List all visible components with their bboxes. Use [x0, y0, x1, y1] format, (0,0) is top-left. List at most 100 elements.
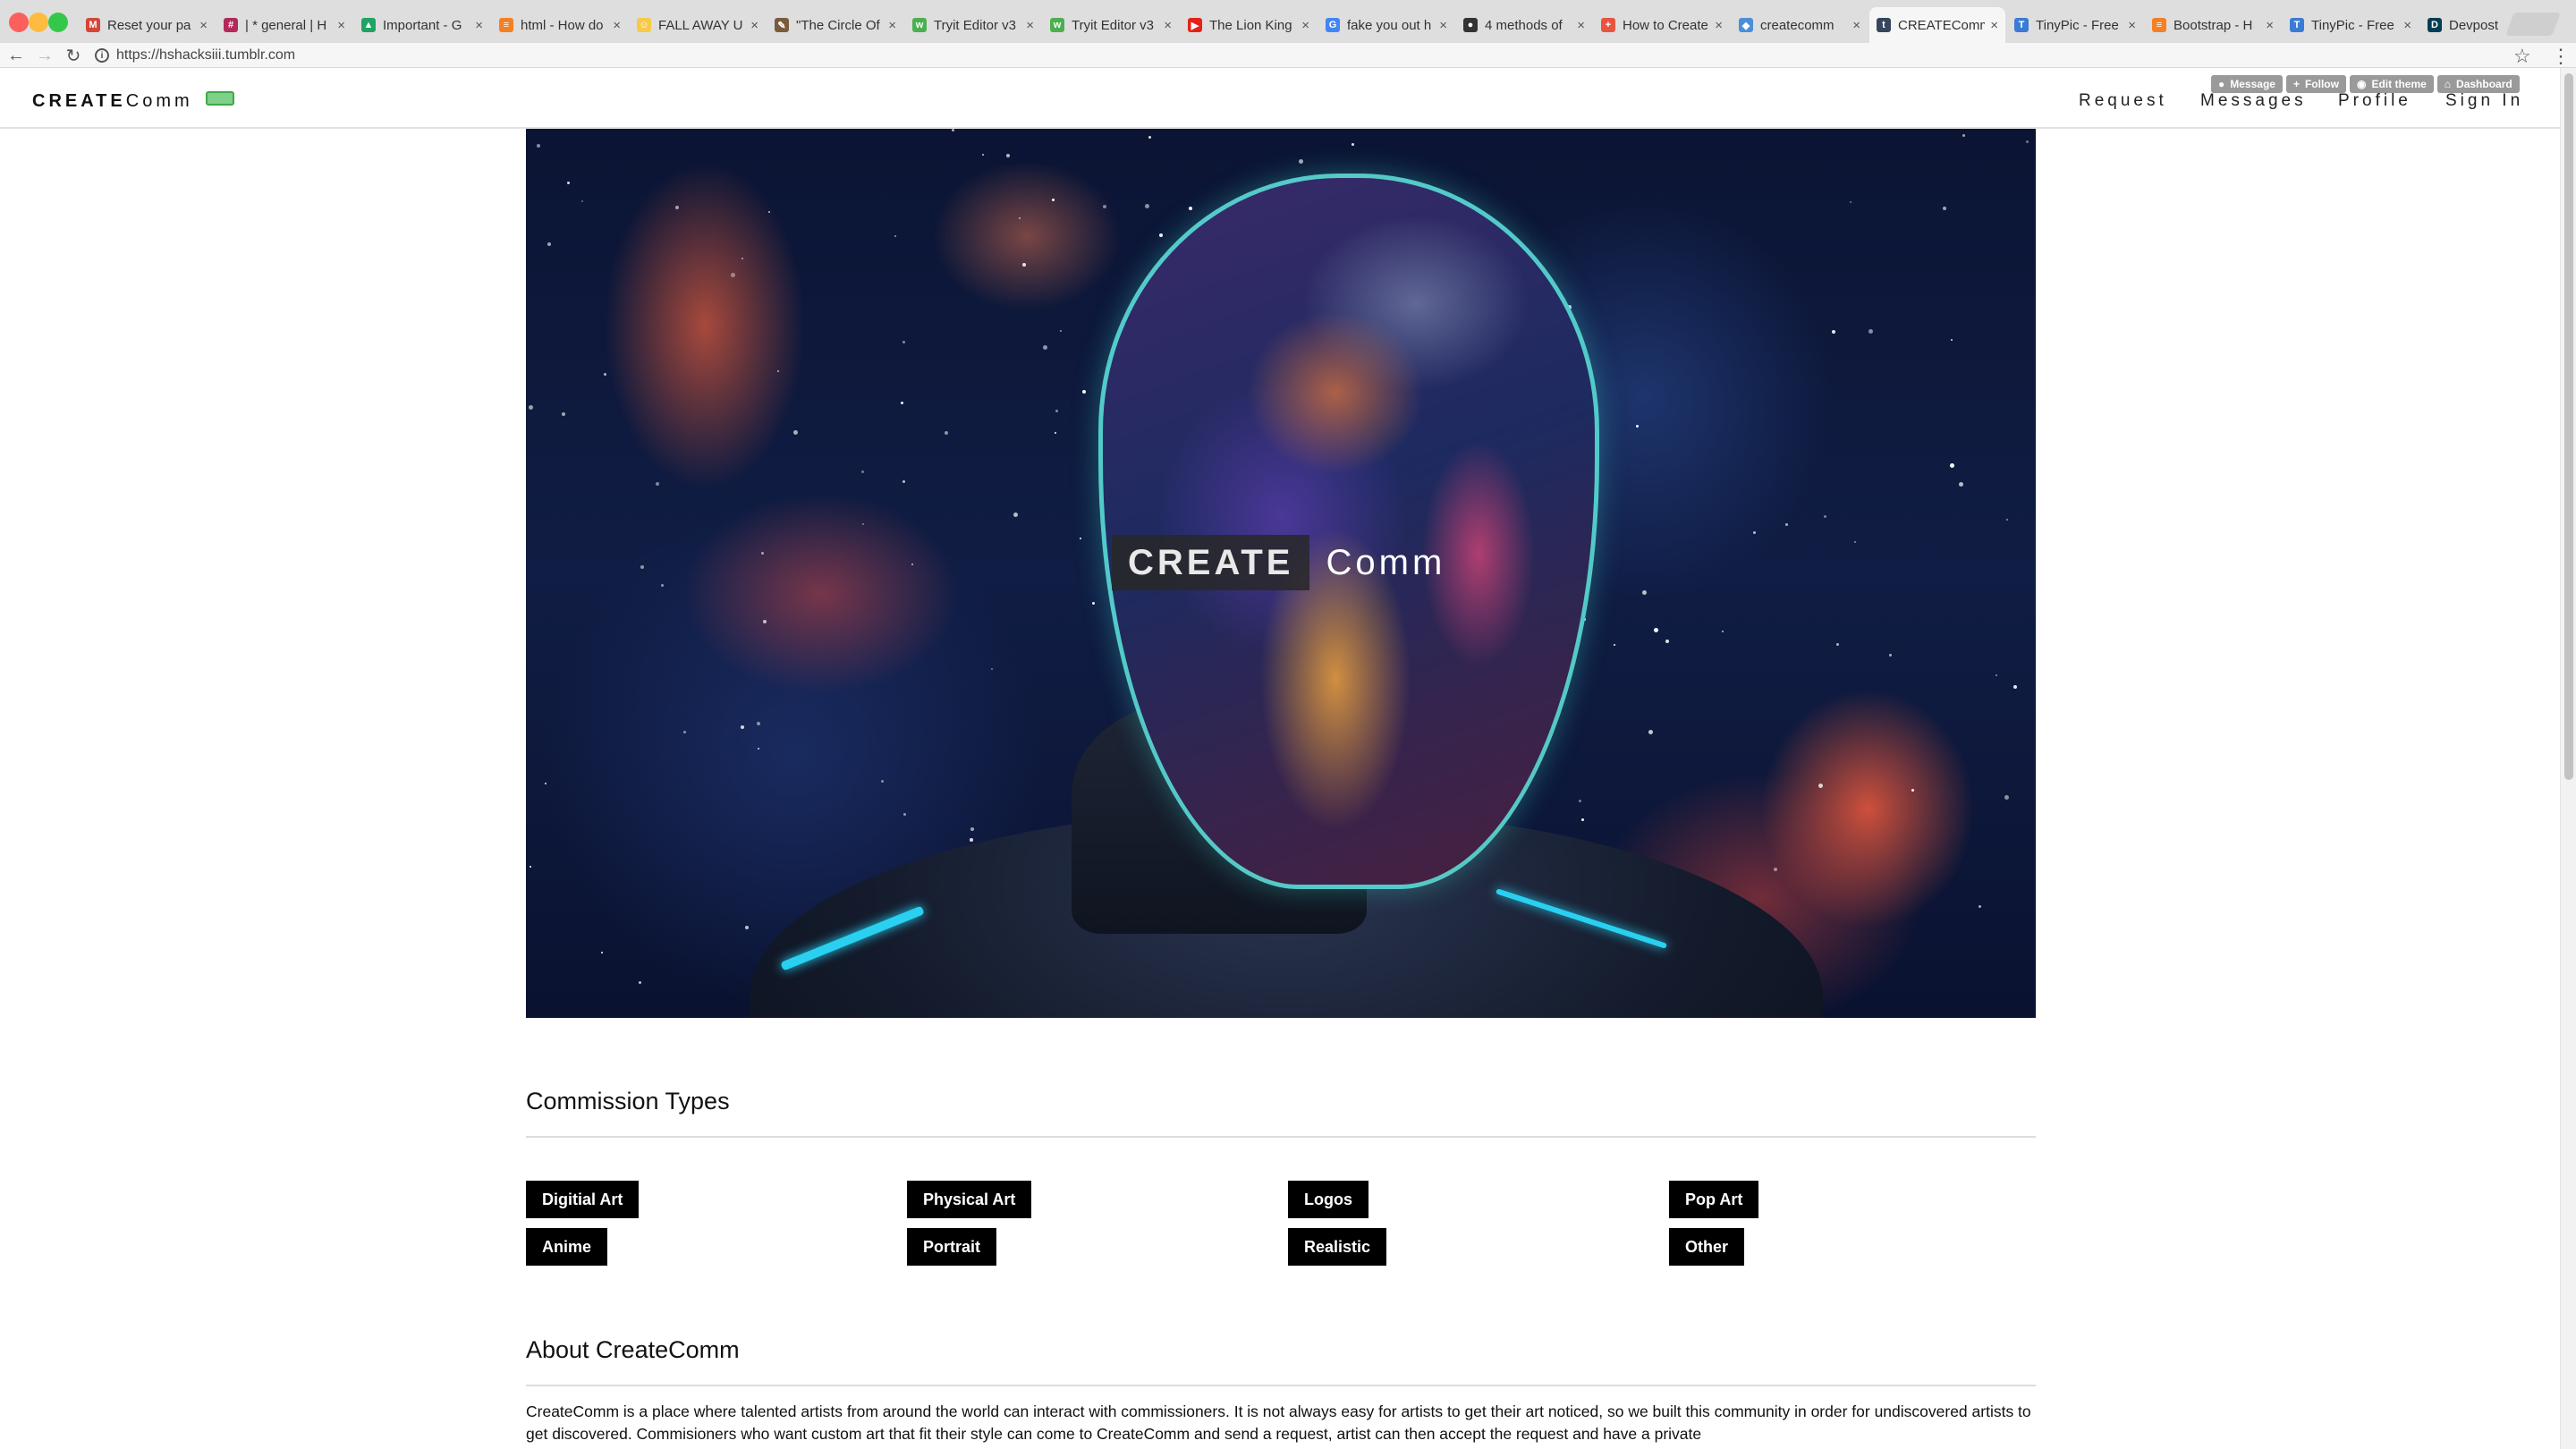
tab-close-icon[interactable]: × — [337, 18, 345, 33]
tag-other[interactable]: Other — [1669, 1228, 1745, 1266]
star-dot — [745, 926, 749, 929]
tab-close-icon[interactable]: × — [1990, 18, 1998, 33]
star-dot — [1785, 523, 1788, 526]
star-dot — [902, 480, 905, 483]
tab-close-icon[interactable]: × — [1715, 18, 1723, 33]
tab-close-icon[interactable]: × — [199, 18, 208, 33]
page-scrollbar[interactable] — [2560, 68, 2576, 1449]
reload-icon[interactable]: ↻ — [63, 43, 84, 68]
chat-bubble-icon: ● — [2218, 78, 2225, 90]
tab-title: The Lion King — [1209, 17, 1292, 33]
star-dot — [1951, 339, 1953, 341]
tag-pop-art[interactable]: Pop Art — [1669, 1181, 1759, 1218]
tag-physical-art[interactable]: Physical Art — [907, 1181, 1032, 1218]
star-dot — [1889, 654, 1892, 657]
tumblr-message-label: Message — [2230, 78, 2275, 90]
tab-close-icon[interactable]: × — [1439, 18, 1447, 33]
star-dot — [545, 783, 547, 784]
browser-tab[interactable]: T TinyPic - Free × — [2283, 7, 2419, 43]
tag-logos[interactable]: Logos — [1288, 1181, 1368, 1218]
star-dot — [1648, 730, 1653, 734]
back-arrow-icon[interactable]: ← — [5, 43, 27, 68]
tab-title: Important - G — [383, 17, 462, 33]
browser-tab[interactable]: ☺ FALL AWAY U × — [630, 7, 766, 43]
browser-tab[interactable]: # | * general | H × — [216, 7, 352, 43]
tag-anime[interactable]: Anime — [526, 1228, 608, 1266]
scrollbar-thumb[interactable] — [2564, 73, 2573, 780]
tab-close-icon[interactable]: × — [1577, 18, 1585, 33]
browser-tab[interactable]: T TinyPic - Free × — [2007, 7, 2143, 43]
commission-types-heading: Commission Types — [526, 1088, 730, 1114]
star-dot — [1943, 207, 1946, 210]
browser-tab[interactable]: ▶ The Lion King × — [1181, 7, 1317, 43]
minimize-window-button[interactable] — [29, 13, 48, 32]
tab-favicon-icon: w — [912, 18, 927, 32]
tab-title: | * general | H — [245, 17, 327, 33]
tab-close-icon[interactable]: × — [750, 18, 758, 33]
nav-messages-link[interactable]: Messages — [2200, 91, 2307, 111]
browser-tab[interactable]: ◆ createcomm × — [1732, 7, 1868, 43]
address-bar-url[interactable]: https://hshacksiii.tumblr.com — [116, 47, 295, 64]
tab-close-icon[interactable]: × — [1301, 18, 1309, 33]
tag-realistic[interactable]: Realistic — [1288, 1228, 1387, 1266]
tag-portrait[interactable]: Portrait — [907, 1228, 997, 1266]
browser-tab[interactable]: ● 4 methods of × — [1456, 7, 1592, 43]
tab-title: Bootstrap - H — [2174, 17, 2253, 33]
star-dot — [1299, 159, 1303, 164]
browser-tab[interactable]: ▲ Important - G × — [354, 7, 490, 43]
forward-arrow-icon[interactable]: → — [34, 43, 55, 68]
star-dot — [1052, 199, 1055, 201]
tab-close-icon[interactable]: × — [2266, 18, 2274, 33]
tab-favicon-icon: ≡ — [2152, 18, 2166, 32]
tumblr-follow-button[interactable]: + Follow — [2285, 75, 2346, 93]
star-dot — [1145, 204, 1149, 208]
tab-title: fake you out h — [1347, 17, 1432, 33]
tab-close-icon[interactable]: × — [2128, 18, 2136, 33]
site-logo[interactable]: CREATEComm — [32, 91, 193, 112]
browser-tab[interactable]: M Reset your pa × — [79, 7, 215, 43]
browser-tab[interactable]: ≡ html - How do × — [492, 7, 628, 43]
tab-close-icon[interactable]: × — [1164, 18, 1172, 33]
tumblr-message-button[interactable]: ● Message — [2211, 75, 2283, 93]
star-dot — [763, 620, 767, 623]
browser-tab[interactable]: t CREATEComm × — [1869, 7, 2005, 43]
tab-close-icon[interactable]: × — [1026, 18, 1034, 33]
tab-close-icon[interactable]: × — [2403, 18, 2411, 33]
browser-tab[interactable]: Gfake you out h × — [1318, 7, 1454, 43]
star-dot — [1818, 784, 1823, 788]
star-dot — [683, 731, 686, 733]
browser-tab[interactable]: w Tryit Editor v3 × — [1043, 7, 1179, 43]
star-dot — [881, 780, 884, 783]
tab-close-icon[interactable]: × — [613, 18, 621, 33]
nav-request-link[interactable]: Request — [2079, 91, 2167, 111]
star-dot — [2004, 795, 2009, 800]
tab-close-icon[interactable]: × — [475, 18, 483, 33]
close-window-button[interactable] — [9, 13, 29, 32]
star-dot — [1148, 136, 1151, 139]
tab-favicon-icon: ● — [1463, 18, 1478, 32]
browser-tab[interactable]: + How to Create × — [1594, 7, 1730, 43]
tumblr-edit-theme-button[interactable]: ◉ Edit theme — [2349, 75, 2434, 93]
star-dot — [1950, 463, 1954, 468]
tab-close-icon[interactable]: × — [888, 18, 896, 33]
browser-tab[interactable]: w Tryit Editor v3 × — [905, 7, 1041, 43]
star-dot — [547, 242, 551, 246]
browser-tab[interactable]: ≡ Bootstrap - H × — [2145, 7, 2281, 43]
browser-menu-icon[interactable]: ⋮ — [2551, 45, 2571, 68]
star-dot — [2006, 519, 2008, 521]
fullscreen-window-button[interactable] — [48, 13, 68, 32]
tag-digital-art[interactable]: Digitial Art — [526, 1181, 640, 1218]
address-bar[interactable]: i https://hshacksiii.tumblr.com — [95, 45, 2510, 66]
new-tab-button[interactable] — [2505, 13, 2561, 36]
star-dot — [1722, 631, 1724, 632]
star-dot — [1060, 330, 1062, 332]
nav-sign-in-link[interactable]: Sign In — [2445, 91, 2523, 111]
tumblr-dashboard-button[interactable]: ⌂ Dashboard — [2436, 75, 2520, 93]
info-icon[interactable]: i — [95, 48, 109, 63]
bookmark-star-icon[interactable]: ☆ — [2513, 45, 2531, 68]
nav-profile-link[interactable]: Profile — [2338, 91, 2411, 111]
home-icon: ⌂ — [2444, 78, 2452, 90]
browser-tab[interactable]: ✎ "The Circle Of × — [767, 7, 903, 43]
tab-close-icon[interactable]: × — [1852, 18, 1860, 33]
star-dot — [537, 144, 540, 148]
